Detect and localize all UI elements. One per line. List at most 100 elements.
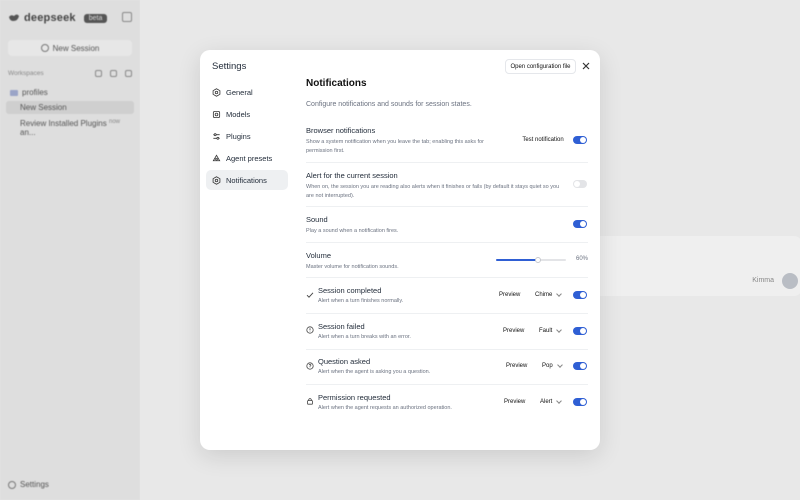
composer[interactable]: Kimma: [570, 236, 800, 296]
new-session-label: New Session: [52, 43, 100, 53]
project-item[interactable]: profiles: [0, 88, 140, 97]
event-toggle[interactable]: [573, 362, 587, 370]
sound-select-value: Chime: [535, 292, 553, 298]
workspaces-header: Workspaces: [0, 66, 140, 80]
preview-button[interactable]: Preview: [500, 396, 529, 408]
row-title: Sound: [306, 215, 328, 224]
new-session-button[interactable]: New Session: [8, 40, 132, 56]
nav-item-general[interactable]: General: [206, 82, 288, 102]
browser-notifications-toggle[interactable]: [573, 136, 587, 144]
event-desc: Alert when a turn breaks with an error.: [318, 334, 411, 340]
question-icon: [306, 362, 314, 370]
alert-circle-icon: [306, 326, 314, 334]
divider: [306, 277, 588, 278]
grid-icon[interactable]: [110, 69, 117, 77]
models-icon: [212, 110, 221, 118]
send-button[interactable]: [782, 273, 798, 289]
session-time: now: [108, 119, 120, 125]
settings-link[interactable]: Settings: [8, 480, 49, 489]
notifications-panel: Notifications Configure notifications an…: [306, 78, 588, 411]
page-subtitle: Configure notifications and sounds for s…: [306, 101, 472, 108]
event-desc: Alert when a turn finishes normally.: [318, 298, 404, 304]
nav-label: Agent presets: [226, 153, 273, 163]
event-title: Session completed: [318, 286, 382, 295]
volume-slider[interactable]: [496, 257, 566, 263]
divider: [306, 206, 588, 207]
preview-button[interactable]: Preview: [495, 289, 524, 301]
sidebar: deepseek beta New Session Workspaces pro…: [0, 0, 140, 500]
close-icon[interactable]: [581, 61, 591, 71]
event-toggle[interactable]: [573, 291, 587, 299]
nav-label: Notifications: [226, 175, 267, 185]
event-title: Permission requested: [318, 393, 391, 402]
workspaces-label: Workspaces: [8, 69, 44, 77]
nav-label: General: [226, 87, 253, 97]
model-selector[interactable]: Kimma: [752, 277, 774, 284]
preview-button[interactable]: Preview: [502, 360, 531, 372]
hexagon-icon: [212, 175, 221, 185]
nav-label: Plugins: [226, 131, 251, 141]
plugins-icon: [213, 132, 220, 140]
chevron-down-icon: [556, 291, 563, 297]
sound-select[interactable]: Chime: [531, 289, 563, 301]
session-item[interactable]: New Session: [6, 101, 134, 114]
divider: [306, 313, 588, 314]
sound-select[interactable]: Alert: [536, 396, 563, 408]
volume-row: Volume Master volume for notification so…: [306, 251, 588, 272]
nav-label: Models: [226, 109, 251, 119]
volume-value: 60%: [576, 256, 589, 262]
sound-toggle[interactable]: [573, 220, 587, 228]
beta-badge: beta: [83, 13, 108, 23]
event-desc: Alert when the agent is asking you a que…: [318, 369, 431, 375]
test-notification-button[interactable]: Test notification: [518, 134, 568, 146]
volume-slider-handle[interactable]: [535, 257, 541, 263]
settings-nav: General Models Plugins Agent presets Not…: [206, 82, 288, 192]
event-toggle[interactable]: [573, 398, 587, 406]
event-title: Session failed: [318, 322, 365, 331]
settings-label: Settings: [20, 480, 49, 489]
lock-icon: [307, 398, 313, 405]
search-icon[interactable]: [95, 69, 102, 77]
new-folder-icon[interactable]: [125, 69, 132, 77]
divider: [306, 162, 588, 163]
session-title: New Session: [20, 103, 67, 112]
check-icon: [306, 292, 314, 298]
row-desc: Play a sound when a notification fires.: [306, 228, 399, 234]
session-item[interactable]: Review Installed Plugins an... now: [6, 117, 134, 139]
nav-item-agent-presets[interactable]: Agent presets: [206, 148, 288, 168]
event-desc: Alert when the agent requests an authori…: [318, 405, 452, 411]
row-desc: Master volume for notification sounds.: [306, 264, 399, 270]
logo: deepseek beta: [0, 0, 140, 24]
nav-item-models[interactable]: Models: [206, 104, 288, 124]
divider: [306, 384, 588, 385]
current-session-toggle[interactable]: [573, 180, 587, 188]
volume-slider-fill: [496, 259, 538, 261]
gear-icon: [8, 480, 16, 489]
sound-select[interactable]: Fault: [535, 325, 563, 337]
project-name: profiles: [22, 88, 48, 97]
chevron-down-icon: [556, 398, 563, 404]
hexagon-icon: [212, 87, 221, 97]
sound-select[interactable]: Pop: [538, 360, 563, 372]
row-desc: Show a system notification when you leav…: [306, 139, 484, 154]
nav-item-notifications[interactable]: Notifications: [206, 170, 288, 190]
nav-item-plugins[interactable]: Plugins: [206, 126, 288, 146]
chevron-down-icon: [556, 327, 563, 333]
sound-select-value: Pop: [542, 363, 553, 369]
folder-icon: [10, 89, 18, 96]
settings-modal: Settings Open configuration file General…: [200, 50, 600, 450]
divider: [306, 242, 588, 243]
chevron-down-icon: [556, 362, 563, 368]
session-title: Review Installed Plugins an...: [20, 119, 107, 137]
collapse-sidebar-icon[interactable]: [122, 12, 132, 22]
event-title: Question asked: [318, 357, 371, 366]
event-toggle[interactable]: [573, 327, 587, 335]
row-title: Alert for the current session: [306, 171, 398, 180]
current-session-row: Alert for the current session When on, t…: [306, 171, 588, 201]
preview-button[interactable]: Preview: [499, 325, 528, 337]
modal-title: Settings: [212, 61, 247, 72]
divider: [306, 349, 588, 350]
agent-presets-icon: [212, 154, 221, 161]
sound-select-value: Fault: [539, 328, 553, 334]
open-config-button[interactable]: Open configuration file: [505, 59, 576, 74]
